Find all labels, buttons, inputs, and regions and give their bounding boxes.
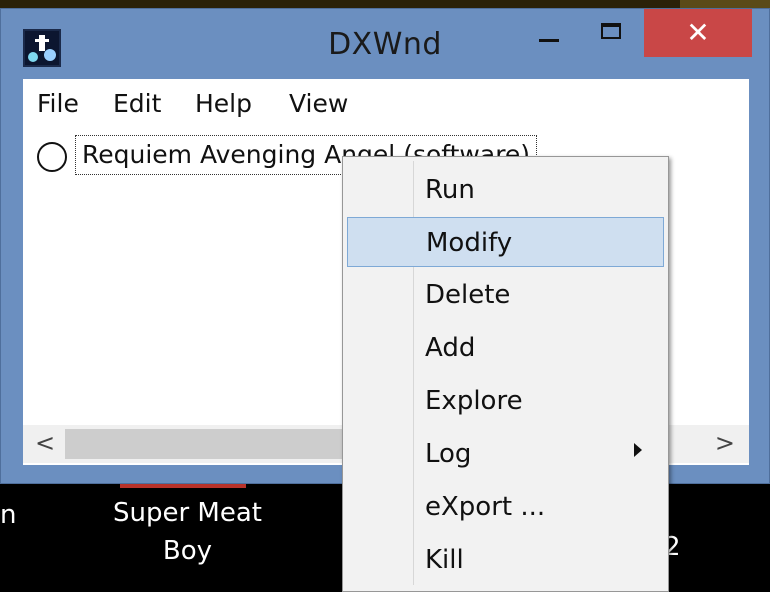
close-icon: ✕ [686,16,710,49]
ctx-item-label: Kill [425,545,464,575]
maximize-icon [601,23,621,39]
ctx-item-label: Log [425,439,472,469]
context-menu: Run Modify Delete Add Explore Log eXport… [342,156,669,592]
ctx-item-label: eXport ... [425,492,546,522]
ctx-item-explore[interactable]: Explore [347,376,664,426]
submenu-arrow-icon [634,443,642,457]
maximize-button[interactable] [583,9,643,57]
menu-bar: File Edit Help View [23,79,749,130]
ctx-item-export[interactable]: eXport ... [347,482,664,532]
radio-icon[interactable] [37,142,67,172]
ctx-item-label: Run [425,175,475,205]
ctx-item-label: Delete [425,280,511,310]
scroll-right-icon[interactable]: > [715,429,735,457]
ctx-item-run[interactable]: Run [347,165,664,215]
menu-help[interactable]: Help [195,89,252,118]
close-button[interactable]: ✕ [644,9,752,57]
desktop-icon-label-partial[interactable]: n [0,500,16,530]
desktop-icon-label-super-meat-boy[interactable]: Super Meat Boy [100,494,275,570]
ctx-item-label: Explore [425,386,523,416]
menu-edit[interactable]: Edit [113,89,161,118]
title-bar[interactable]: DXWnd ✕ [1,9,769,77]
desktop-selection-bar [120,484,246,488]
scroll-left-icon[interactable]: < [35,429,55,457]
ctx-item-label: Modify [426,228,513,258]
ctx-item-add[interactable]: Add [347,323,664,373]
minimize-button[interactable] [521,9,581,57]
ctx-item-modify[interactable]: Modify [347,217,664,267]
ctx-item-kill[interactable]: Kill [347,535,664,585]
ctx-item-log[interactable]: Log [347,429,664,479]
menu-file[interactable]: File [37,89,79,118]
ctx-item-label: Add [425,333,476,363]
minimize-icon [539,39,559,42]
menu-view[interactable]: View [289,89,348,118]
ctx-item-delete[interactable]: Delete [347,270,664,320]
